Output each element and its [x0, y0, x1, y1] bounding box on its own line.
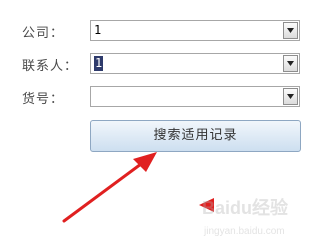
- watermark-subtext: jingyan.baidu.com: [203, 226, 285, 237]
- watermark-text: Baidu经验: [202, 197, 289, 218]
- red-arrow-line: [62, 162, 143, 223]
- baidu-watermark-logo: Baidu经验 jingyan.baidu.com: [202, 197, 289, 237]
